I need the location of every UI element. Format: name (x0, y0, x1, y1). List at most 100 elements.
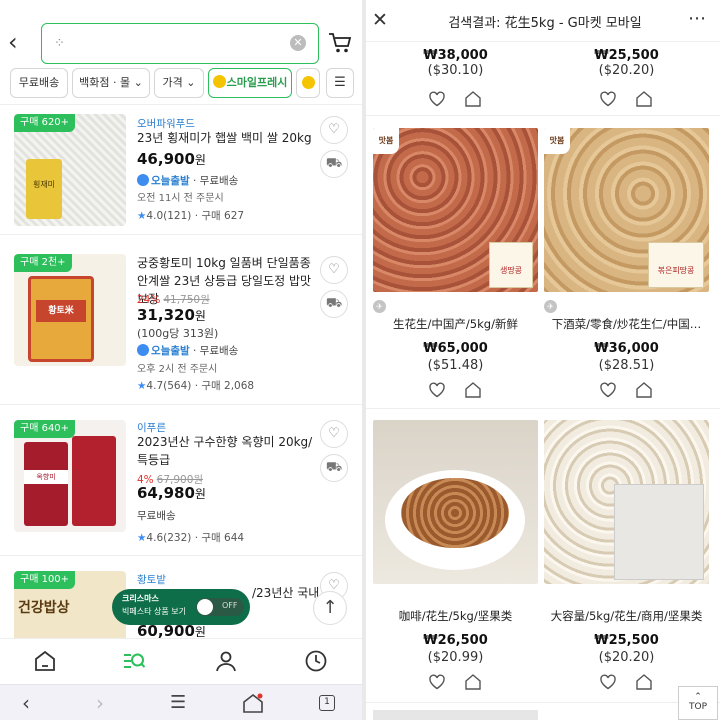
browser-header: ✕ 검색결과: 花生5kg - G마켓 모바일 ⋯ (366, 0, 720, 42)
user-icon[interactable] (214, 649, 238, 673)
price-currency: 원 (194, 309, 206, 323)
filter-settings-button[interactable]: ☰ (326, 68, 354, 98)
shop-icon[interactable] (635, 381, 653, 399)
product-title[interactable]: 大容量/5kg/花生/商用/坚果类 (544, 608, 709, 624)
chevron-down-icon: ⌄ (186, 76, 196, 89)
browser-forward-icon[interactable]: › (96, 692, 104, 714)
heart-icon: ♡ (328, 122, 340, 137)
rating-value: 4.0 (146, 210, 164, 222)
page-title: 검색결과: 花生5kg - G마켓 모바일 (448, 16, 642, 31)
heart-icon[interactable] (599, 381, 617, 399)
product-title[interactable]: 咖啡/花生/5kg/坚果类 (373, 608, 538, 624)
heart-icon[interactable] (428, 90, 446, 108)
purchase-badge: 구매 640+ (14, 420, 76, 438)
price-value: 46,900 (137, 150, 195, 168)
product-thumbnail[interactable]: 횡재미 구매 620+ (14, 114, 126, 226)
product-image[interactable] (544, 420, 709, 584)
review-count: (121) (163, 210, 192, 222)
category-search-icon[interactable] (122, 649, 146, 673)
cart-icon[interactable] (328, 32, 352, 54)
wishlist-button[interactable]: ♡ (320, 420, 348, 448)
product-row[interactable]: 횡재미 구매 620+ 오버파워푸드 23년 횡재미가 햅쌀 백미 쌀 20kg… (0, 105, 362, 235)
product-image[interactable]: 맛봄 볶은피땅콩 (544, 128, 709, 292)
add-to-cart-button[interactable]: ⛟ (320, 150, 348, 178)
product-row[interactable]: 옥향미 구매 640+ 이푸른 2023년산 구수한향 옥향미 20kg/특등급… (0, 406, 362, 556)
product-title[interactable]: 2023년산 구수한향 옥향미 20kg/특등급 (137, 433, 317, 469)
product-thumbnail[interactable]: 황토米 구매 2천+ (14, 254, 126, 366)
price-value: 31,320 (137, 306, 195, 324)
promo-switch[interactable]: OFF (196, 598, 244, 616)
product-card[interactable]: 大容量/5kg/花生/商用/坚果类 ₩25,500 ($20.20) (544, 420, 709, 690)
heart-icon[interactable] (428, 673, 446, 691)
filter-department-store[interactable]: 백화점 · 몰 ⌄ (72, 68, 150, 98)
home-icon[interactable] (33, 649, 57, 673)
switch-knob (197, 599, 213, 615)
browser-home-icon[interactable] (242, 692, 264, 714)
wishlist-button[interactable]: ♡ (320, 116, 348, 144)
product-title[interactable]: 生花生/中国产/5kg/新鲜 (373, 316, 538, 332)
price-currency: 원 (194, 487, 206, 501)
add-to-cart-button[interactable]: ⛟ (320, 454, 348, 482)
promo-toggle[interactable]: 크리스마스 빅페스타 상품 보기 OFF (112, 589, 250, 625)
old-price: 41,750원 (163, 294, 210, 306)
menu-icon[interactable]: ☰ (170, 692, 186, 714)
clear-search-icon[interactable]: ✕ (290, 35, 306, 51)
arrow-up-icon: ⌃ (694, 692, 702, 702)
product-image[interactable]: 맛봄 생땅콩 (373, 128, 538, 292)
heart-icon[interactable] (599, 673, 617, 691)
clock-icon (137, 174, 149, 186)
price-krw: ₩25,500 (594, 48, 659, 63)
unit-price: (100g당 313원) (137, 327, 219, 340)
filter-smile-fresh[interactable]: 스마일프레시 (208, 68, 292, 98)
shop-icon[interactable] (635, 90, 653, 108)
sliders-icon: ☰ (334, 75, 346, 90)
product-title[interactable]: 23년 횡재미가 햅쌀 백미 쌀 20kg (137, 129, 317, 147)
filter-extra[interactable] (296, 68, 320, 98)
order-deadline: 오전 11시 전 주문시 (137, 193, 224, 204)
close-icon[interactable]: ✕ (372, 9, 388, 31)
filter-price[interactable]: 가격 ⌄ (154, 68, 204, 98)
left-app-panel: ‹ ⁘ ✕ 무료배송 백화점 · 몰 ⌄ 가격 ⌄ 스마일프레시 ☰ 횡재미 구… (0, 0, 362, 720)
product-card[interactable]: ₩38,000 ($30.10) (373, 48, 538, 78)
product-rating: ★4.7(564) · 구매 2,068 (137, 378, 254, 393)
filter-free-shipping[interactable]: 무료배송 (10, 68, 68, 98)
rice-bag-label: 횡재미 (26, 159, 62, 219)
search-input[interactable]: ⁘ ✕ (41, 23, 319, 64)
price-krw: ₩26,500 (423, 633, 488, 648)
brand-name[interactable]: 황토밭 (137, 572, 166, 587)
product-image[interactable] (373, 420, 538, 584)
smile-logo-icon (212, 75, 226, 88)
browser-back-icon[interactable]: ‹ (22, 692, 30, 714)
shop-icon[interactable] (635, 673, 653, 691)
shop-icon[interactable] (464, 90, 482, 108)
filter-bar: 무료배송 백화점 · 몰 ⌄ 가격 ⌄ 스마일프레시 ☰ (0, 68, 362, 100)
product-card[interactable]: 맛봄 볶은피땅콩 ✈ 下酒菜/零食/炒花生仁/中国… ₩36,000 ($28.… (544, 128, 709, 398)
heart-icon[interactable] (428, 381, 446, 399)
price-krw: ₩38,000 (423, 48, 488, 63)
more-options-icon[interactable]: ⋯ (688, 8, 707, 29)
tab-count[interactable]: 1 (319, 695, 335, 711)
product-thumbnail[interactable]: 옥향미 구매 640+ (14, 420, 126, 532)
brand-logo: 맛봄 (544, 128, 570, 154)
shop-icon[interactable] (464, 381, 482, 399)
heart-icon[interactable] (599, 90, 617, 108)
rating-value: 4.6 (146, 532, 164, 544)
scroll-top-button[interactable]: ↑ (313, 591, 347, 625)
product-card[interactable]: ₩25,500 ($20.20) (544, 48, 709, 78)
scroll-top-button[interactable]: ⌃ TOP (678, 686, 718, 720)
product-thumbnail[interactable]: 건강밥상 구매 100+ (14, 571, 126, 639)
rice-bag-label: 건강밥상 (18, 600, 70, 616)
product-card[interactable]: 咖啡/花生/5kg/坚果类 ₩26,500 ($20.99) (373, 420, 538, 690)
browser-toolbar: ‹ › ☰ 1 (0, 684, 362, 720)
clock-icon[interactable] (304, 649, 328, 673)
review-count: (564) (163, 380, 192, 392)
wishlist-button[interactable]: ♡ (320, 256, 348, 284)
shop-icon[interactable] (464, 673, 482, 691)
product-card[interactable]: 맛봄 생땅콩 ✈ 生花生/中国产/5kg/新鲜 ₩65,000 ($51.48) (373, 128, 538, 398)
product-row[interactable]: 황토米 구매 2천+ 궁중황토미 10kg 일품벼 단일품종 안계쌀 23년 상… (0, 236, 362, 405)
add-to-cart-button[interactable]: ⛟ (320, 290, 348, 318)
product-title[interactable]: 下酒菜/零食/炒花生仁/中国… (544, 316, 709, 332)
search-header: ‹ ⁘ ✕ (0, 0, 362, 66)
back-arrow-icon[interactable]: ‹ (8, 30, 18, 54)
product-price: 64,980원 (137, 484, 206, 502)
